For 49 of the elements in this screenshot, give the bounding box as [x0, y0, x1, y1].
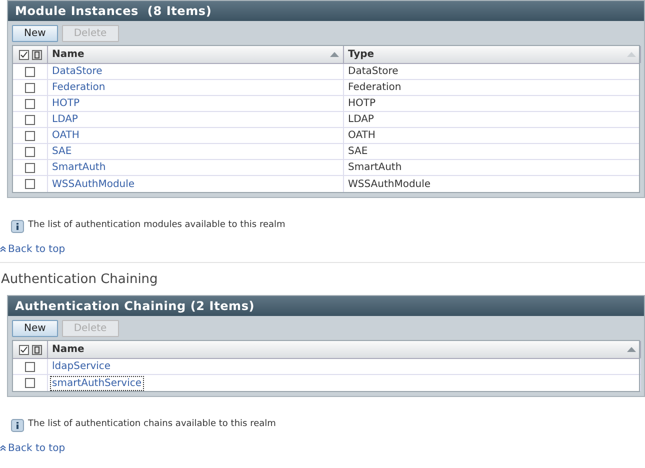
table-cell-text: WSSAuthModule	[347, 178, 432, 192]
module-link[interactable]: SmartAuth	[51, 161, 107, 174]
info-icon	[11, 220, 24, 232]
deselect-all-icon[interactable]	[32, 50, 42, 60]
row-checkbox[interactable]	[25, 82, 35, 92]
module-link[interactable]: DataStore	[51, 65, 104, 78]
module-link[interactable]: SAE	[51, 145, 73, 158]
table-cell-text: SAE	[347, 145, 369, 159]
table-cell-text: DataStore	[347, 65, 400, 79]
module-link[interactable]: HOTP	[51, 97, 81, 110]
section-heading: Authentication Chaining	[0, 271, 159, 289]
deselect-all-icon[interactable]	[32, 344, 42, 354]
row-checkbox[interactable]	[25, 179, 35, 189]
toolbar-button[interactable]: New	[12, 320, 58, 337]
row-checkbox[interactable]	[25, 114, 35, 124]
panel-title-bar: Authentication Chaining (2 Items)	[8, 296, 644, 316]
select-all-icon[interactable]	[18, 50, 28, 60]
select-all-icon[interactable]	[18, 344, 28, 354]
info-text: The list of authentication chains available to this realm	[28, 418, 276, 432]
table-cell-text: LDAP	[347, 113, 375, 127]
row-checkbox[interactable]	[25, 66, 35, 76]
row-checkbox[interactable]	[25, 146, 35, 156]
module-link[interactable]: LDAP	[51, 113, 79, 126]
panel-title-bar: Module Instances (8 Items)	[8, 1, 644, 21]
back-to-top-link[interactable]: Back to top	[8, 242, 66, 256]
table-cell-text: OATH	[347, 129, 376, 143]
column-header[interactable]: Name	[48, 46, 344, 63]
row-checkbox[interactable]	[25, 130, 35, 140]
row-checkbox[interactable]	[25, 162, 35, 172]
table-cell-text: HOTP	[347, 97, 377, 111]
toolbar-button[interactable]: New	[12, 25, 58, 42]
module-link[interactable]: Federation	[51, 81, 106, 94]
info-icon	[11, 418, 24, 432]
row-checkbox[interactable]	[25, 362, 35, 372]
double-chevron-up-icon[interactable]	[0, 246, 6, 252]
row-checkbox[interactable]	[25, 378, 35, 388]
module-link[interactable]: OATH	[51, 129, 80, 142]
sort-arrow-icon[interactable]	[330, 52, 339, 57]
table-cell-text: Federation	[347, 81, 402, 95]
module-link[interactable]: smartAuthService	[51, 376, 143, 390]
module-link[interactable]: ldapService	[51, 360, 112, 373]
double-chevron-up-icon[interactable]	[0, 445, 6, 451]
row-checkbox[interactable]	[25, 98, 35, 108]
column-header[interactable]: Type	[344, 46, 641, 63]
sort-arrow-icon[interactable]	[627, 347, 636, 352]
back-to-top-link[interactable]: Back to top	[8, 440, 66, 456]
info-text: The list of authentication modules available to this realm	[28, 219, 286, 232]
table-cell-text: SmartAuth	[347, 161, 403, 175]
module-link[interactable]: WSSAuthModule	[51, 178, 136, 190]
